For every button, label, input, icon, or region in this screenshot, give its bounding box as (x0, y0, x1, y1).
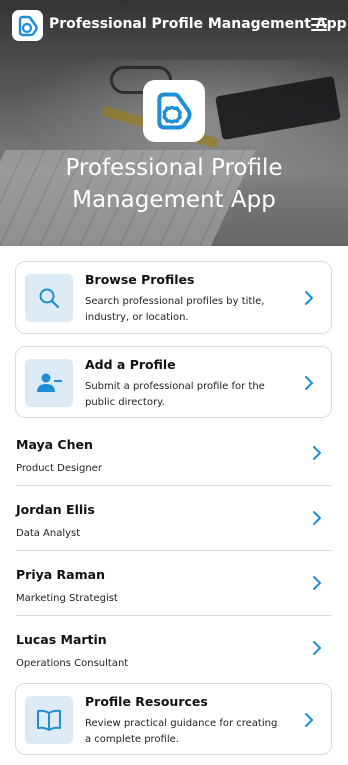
chevron-right-icon (313, 576, 321, 590)
profile-role: Marketing Strategist (16, 593, 118, 604)
add-user-icon (37, 373, 62, 392)
hero-logo-icon (157, 92, 192, 130)
profile-resources-title: Profile Resources (85, 694, 208, 709)
hero-banner: Professional Profile Management App Prof… (0, 0, 348, 246)
add-profile-title: Add a Profile (85, 357, 176, 372)
profile-name: Priya Raman (16, 567, 105, 582)
chevron-right-icon (305, 713, 313, 727)
profile-name: Jordan Ellis (16, 502, 95, 517)
chevron-right-icon (313, 641, 321, 655)
app-logo[interactable] (12, 10, 43, 41)
profile-role: Operations Consultant (16, 658, 129, 669)
book-icon (37, 709, 61, 731)
profile-list-item[interactable]: Lucas Martin Operations Consultant (0, 616, 348, 682)
app-logo-icon (18, 15, 38, 36)
browse-profiles-description: Search professional profiles by title, i… (85, 296, 265, 323)
hero-title: Professional Profile Management App (0, 152, 348, 216)
add-profile-icon-box (25, 359, 73, 407)
hero-title-line-2: Management App (72, 187, 276, 213)
profile-list-item[interactable]: Priya Raman Marketing Strategist (0, 551, 348, 617)
chevron-right-icon (305, 291, 313, 305)
profile-resources-card[interactable]: Profile Resources Review practical guida… (15, 683, 332, 755)
profile-name: Lucas Martin (16, 632, 107, 647)
profile-name: Maya Chen (16, 437, 93, 452)
add-profile-card[interactable]: Add a Profile Submit a professional prof… (15, 346, 332, 418)
menu-icon (311, 18, 327, 20)
browse-profiles-card[interactable]: Browse Profiles Search professional prof… (15, 261, 332, 334)
profile-role: Data Analyst (16, 528, 81, 539)
chevron-right-icon (305, 376, 313, 390)
hero-title-line-1: Professional Profile (65, 155, 283, 181)
app-title: Professional Profile Management App (49, 16, 347, 32)
search-icon (39, 288, 60, 309)
profile-list-item[interactable]: Jordan Ellis Data Analyst (0, 486, 348, 552)
add-profile-description: Submit a professional profile for the pu… (85, 381, 265, 408)
browse-icon-box (25, 274, 73, 322)
profile-list-item[interactable]: Maya Chen Product Designer (0, 421, 348, 487)
top-bar: Professional Profile Management App (0, 0, 348, 50)
chevron-right-icon (313, 446, 321, 460)
profile-role: Product Designer (16, 463, 102, 474)
hero-logo (143, 80, 205, 142)
menu-button[interactable] (311, 18, 327, 31)
resources-icon-box (25, 696, 73, 744)
profile-resources-description: Review practical guidance for creating a… (85, 718, 278, 745)
browse-profiles-title: Browse Profiles (85, 272, 195, 287)
chevron-right-icon (313, 511, 321, 525)
